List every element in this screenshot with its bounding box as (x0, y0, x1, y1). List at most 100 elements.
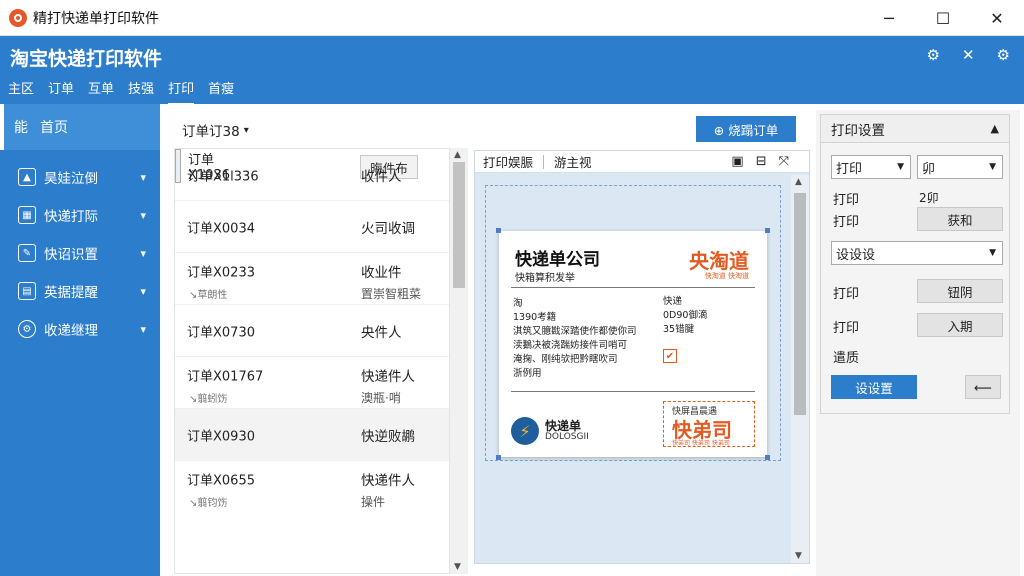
resize-handle[interactable] (496, 455, 501, 460)
menu-item-tools[interactable]: 技强 (128, 78, 154, 106)
table-row[interactable]: 订单X1l336 收件人 (175, 149, 449, 201)
table-row[interactable]: 订单X01767 ↘翦蚓饬 快递件人 澳瓶·哨 (175, 357, 449, 409)
minimize-button[interactable]: ─ (862, 0, 916, 36)
toolbar-divider (543, 154, 545, 169)
scroll-thumb[interactable] (453, 162, 465, 288)
table-row[interactable]: 订单X0233 ↘草朗性 收业件 置崇智粗菜 (175, 253, 449, 305)
divider (511, 391, 755, 392)
label-line: 35错腱 (663, 324, 695, 335)
preview-toolbar: 打印娱脤 游主视 ▣ ⊟ ⤧ (475, 151, 809, 173)
close-panel-icon[interactable]: ✕ (962, 46, 975, 64)
scroll-up-icon[interactable]: ▲ (454, 150, 461, 160)
setting-button-1[interactable]: 获和 (917, 207, 1003, 231)
setting-value: 2卯 (919, 191, 939, 205)
order-note: ↘翦钧饬 (189, 498, 228, 509)
menu-item-home[interactable]: 主区 (8, 78, 34, 106)
order-id: 订单X0655 (187, 473, 255, 489)
preview-view-tab[interactable]: 游主视 (554, 152, 592, 171)
chevron-down-icon: ▾ (140, 208, 146, 222)
order-status: 央件人 (361, 324, 402, 341)
checkbox-icon[interactable]: ✔ (663, 349, 677, 363)
chevron-down-icon: ▼ (989, 248, 996, 258)
table-row[interactable]: 订单X0655 ↘翦钧饬 快递件人 操件 (175, 461, 449, 513)
chevron-down-icon: ▾ (243, 124, 249, 136)
chevron-down-icon: ▼ (897, 162, 904, 172)
label-logo: 央淘道 (689, 249, 749, 273)
sidebar-item-2[interactable]: ▦ 快递打际 ▾ (0, 196, 160, 234)
orders-filter-dropdown[interactable]: 订单订38 ▾ (174, 114, 468, 146)
chevron-down-icon: ▼ (989, 162, 996, 172)
shipping-label[interactable]: 快递单公司 快箱算积发举 央淘道 快淘道 快淘道 淘 1390考籍 淇筑又臆戡深… (496, 228, 770, 460)
back-button[interactable]: ⟵ (965, 375, 1001, 399)
sidebar-item-5[interactable]: ⚙ 收递继理 ▾ (0, 310, 160, 348)
close-button[interactable]: ✕ (970, 0, 1024, 36)
crop-icon[interactable]: ⤧ (779, 154, 789, 169)
sidebar-item-home[interactable]: 能 首页 (0, 104, 160, 150)
setting-label: 打印 (833, 287, 860, 302)
order-id: 订单X0930 (187, 429, 255, 444)
preview-scrollbar[interactable]: ▲ ▼ (791, 175, 809, 563)
mode-select[interactable]: 设设设 ▼ (831, 241, 1003, 265)
sidebar-item-label: 收递继理 (44, 323, 98, 339)
sidebar-item-label: 快诏识置 (44, 247, 98, 263)
menu-item-orders[interactable]: 订单 (48, 78, 74, 106)
gear-icon: ⚙ (18, 320, 36, 338)
menu-item-first[interactable]: 首瘦 (208, 78, 234, 106)
layout-icon[interactable]: ⊟ (756, 154, 767, 169)
scroll-down-icon[interactable]: ▼ (454, 562, 461, 572)
apply-settings-button[interactable]: 设设置 (831, 375, 917, 399)
sidebar-item-4[interactable]: ▤ 英据提醒 ▾ (0, 272, 160, 310)
setting-label: 打印 (833, 321, 860, 336)
order-status: 收业件 (361, 265, 402, 281)
settings-icon[interactable]: ⚙ (927, 46, 940, 64)
setting-label: 打印 (833, 215, 860, 230)
setting-button-3[interactable]: 入期 (917, 313, 1003, 337)
setting-button-2[interactable]: 钮阴 (917, 279, 1003, 303)
new-order-button[interactable]: ⊕ 烧蹋订单 (696, 116, 796, 142)
label-line: 快递 (663, 296, 683, 307)
label-brand-sub: DOLOSGII (545, 432, 589, 442)
divider (511, 287, 755, 288)
sidebar: 能 首页 ▲ 昊娃泣倒 ▾ ▦ 快递打际 ▾ ✎ 快诏识置 ▾ ▤ 英据提醒 ▾… (0, 104, 160, 576)
menu-item-print[interactable]: 打印 (168, 78, 195, 106)
scroll-down-icon[interactable]: ▼ (795, 551, 802, 561)
courier-logo-icon: ⚡ (511, 417, 539, 445)
orders-panel: 订单订38 ▾ 订单X1036 晦件布 订单X1l336 收件人 订单X0034… (174, 114, 468, 576)
box-icon: ▦ (18, 206, 36, 224)
sidebar-item-3[interactable]: ✎ 快诏识置 ▾ (0, 234, 160, 272)
order-id: 订单X0233 (187, 265, 255, 281)
menu-item-mutual[interactable]: 互单 (88, 78, 114, 106)
scroll-up-icon[interactable]: ▲ (795, 177, 802, 187)
table-row[interactable]: 订单X0930 快逆败鹕 (175, 409, 449, 461)
chevron-down-icon: ▾ (140, 170, 146, 184)
sidebar-item-label: 首页 (40, 120, 68, 136)
resize-handle[interactable] (765, 228, 770, 233)
order-status: 火司收调 (361, 220, 415, 237)
cap-icon: ▲ (18, 168, 36, 186)
resize-handle[interactable] (496, 228, 501, 233)
gear-icon[interactable]: ⚙ (997, 46, 1010, 64)
settings-header[interactable]: 打印设置 ▲ (821, 115, 1009, 143)
table-row[interactable]: 订单X0034 火司收调 (175, 201, 449, 253)
chevron-up-icon[interactable]: ▲ (991, 122, 999, 135)
orders-scrollbar[interactable]: ▲ ▼ (450, 148, 468, 574)
printer-select[interactable]: 打印 ▼ (831, 155, 911, 179)
orders-filter-label: 订单订38 (182, 124, 240, 140)
sidebar-item-label: 昊娃泣倒 (44, 171, 98, 187)
order-status-detail: 澳瓶·哨 (361, 391, 401, 405)
label-stamp: 快屏昌晨遇 快弟司 快弟司 快弟司 快弟司 (663, 401, 755, 447)
table-row[interactable]: 订单X0730 央件人 (175, 305, 449, 357)
order-status: 收件人 (361, 168, 402, 185)
sidebar-item-1[interactable]: ▲ 昊娃泣倒 ▾ (0, 158, 160, 196)
resize-handle[interactable] (765, 455, 770, 460)
preview-mode-tab[interactable]: 打印娱脤 (483, 152, 533, 171)
image-icon[interactable]: ▣ (731, 154, 743, 169)
sidebar-item-label: 快递打际 (44, 209, 98, 225)
paper-select[interactable]: 卯 ▼ (917, 155, 1003, 179)
order-id: 订单X01767 (187, 369, 264, 385)
order-note: ↘草朗性 (189, 290, 228, 301)
edit-icon: ✎ (18, 244, 36, 262)
scroll-thumb[interactable] (794, 193, 806, 415)
home-icon: 能 (14, 120, 28, 136)
maximize-button[interactable]: ☐ (916, 0, 970, 36)
